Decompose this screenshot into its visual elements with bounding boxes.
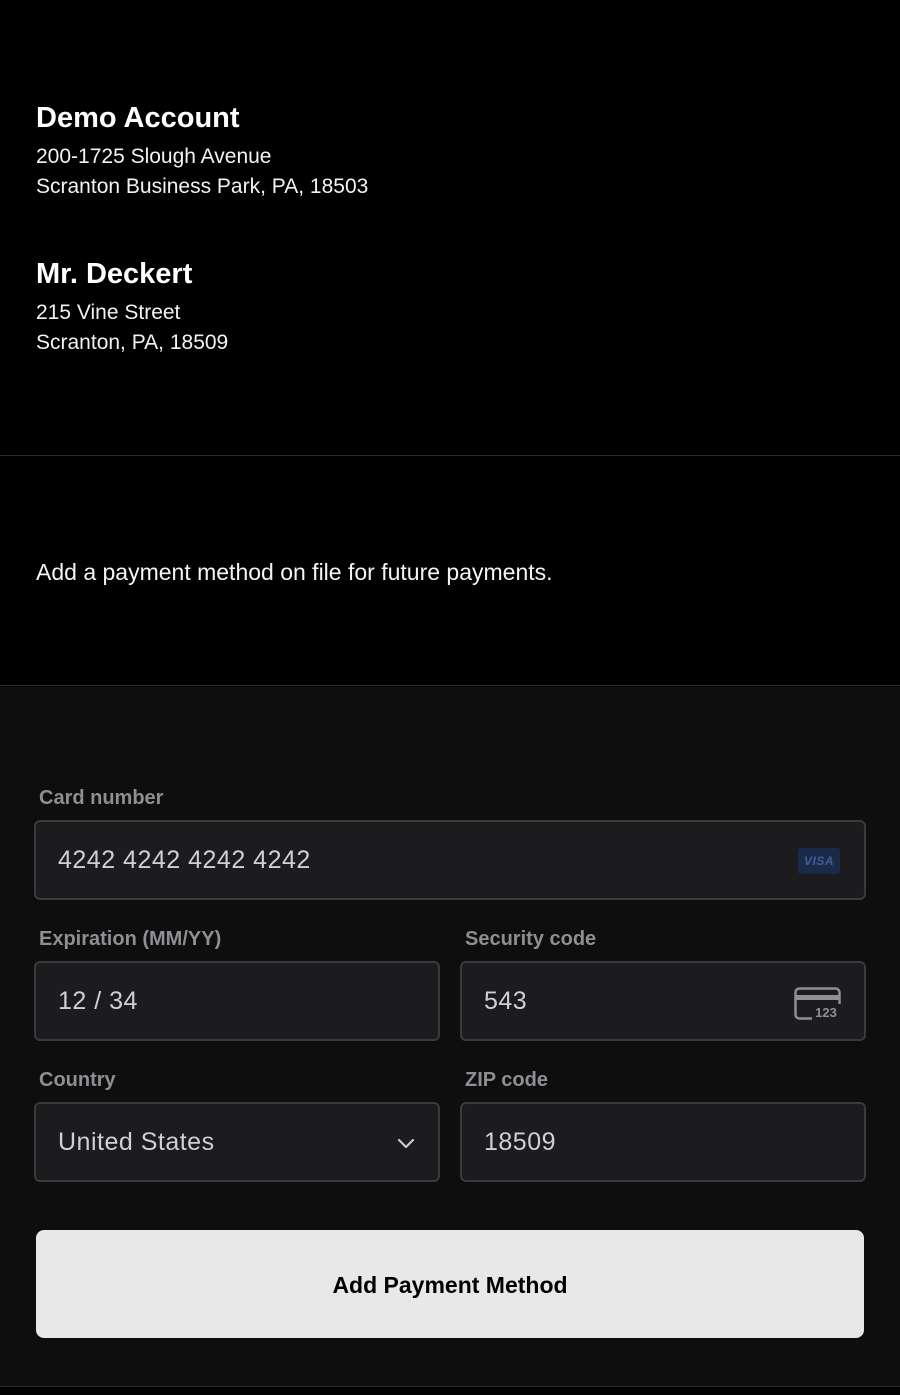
payment-form: Card number 4242 4242 4242 4242 VISA Exp… bbox=[0, 687, 900, 1387]
recipient-address-line1: 215 Vine Street bbox=[36, 301, 181, 324]
cvc-card-icon: 123 bbox=[794, 987, 841, 1020]
zip-code-label: ZIP code bbox=[465, 1069, 548, 1091]
country-value[interactable]: United States bbox=[58, 1104, 215, 1180]
sender-address-line2: Scranton Business Park, PA, 18503 bbox=[36, 175, 369, 198]
payment-page: Demo Account 200-1725 Slough Avenue Scra… bbox=[0, 0, 900, 1395]
address-section: Demo Account 200-1725 Slough Avenue Scra… bbox=[0, 0, 900, 456]
description-text: Add a payment method on file for future … bbox=[36, 559, 553, 585]
visa-icon: VISA bbox=[798, 848, 840, 874]
zip-code-value[interactable]: 18509 bbox=[484, 1104, 556, 1180]
expiration-field[interactable]: 12 / 34 bbox=[34, 961, 440, 1041]
chevron-down-icon[interactable] bbox=[396, 1136, 416, 1150]
security-code-label: Security code bbox=[465, 928, 597, 950]
country-select[interactable]: United States bbox=[34, 1102, 440, 1182]
security-code-value[interactable]: 543 bbox=[484, 963, 527, 1039]
recipient-address: Mr. Deckert 215 Vine Street Scranton, PA… bbox=[36, 256, 228, 358]
security-code-field[interactable]: 543 123 bbox=[460, 961, 866, 1041]
add-payment-method-button[interactable]: Add Payment Method bbox=[36, 1230, 864, 1338]
country-label: Country bbox=[39, 1069, 116, 1091]
sender-address-line1: 200-1725 Slough Avenue bbox=[36, 145, 272, 168]
card-number-label: Card number bbox=[39, 787, 164, 809]
expiration-label: Expiration (MM/YY) bbox=[39, 928, 222, 950]
card-number-field[interactable]: 4242 4242 4242 4242 VISA bbox=[34, 820, 866, 900]
sender-address: Demo Account 200-1725 Slough Avenue Scra… bbox=[36, 100, 368, 202]
recipient-name: Mr. Deckert bbox=[36, 258, 193, 290]
cvc-icon-text: 123 bbox=[815, 1005, 837, 1020]
expiration-value[interactable]: 12 / 34 bbox=[58, 963, 138, 1039]
sender-name: Demo Account bbox=[36, 102, 240, 134]
recipient-address-line2: Scranton, PA, 18509 bbox=[36, 331, 229, 354]
card-number-value[interactable]: 4242 4242 4242 4242 bbox=[58, 822, 311, 898]
zip-code-field[interactable]: 18509 bbox=[460, 1102, 866, 1182]
